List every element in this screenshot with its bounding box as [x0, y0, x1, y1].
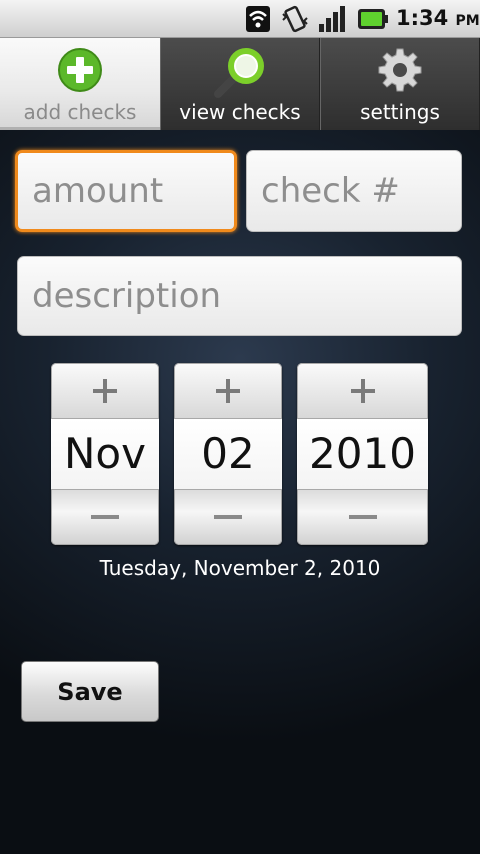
battery-icon — [357, 7, 389, 35]
month-value[interactable]: Nov — [51, 419, 159, 489]
minus-icon — [91, 515, 119, 519]
tab-label: view checks — [179, 100, 301, 124]
wifi-icon — [244, 4, 272, 38]
day-decrement-button[interactable] — [174, 489, 282, 545]
day-value[interactable]: 02 — [174, 419, 282, 489]
gear-icon — [376, 46, 424, 98]
minus-icon — [214, 515, 242, 519]
amount-input[interactable] — [15, 150, 237, 232]
tab-label: add checks — [23, 100, 137, 124]
year-decrement-button[interactable] — [297, 489, 428, 545]
month-picker: Nov — [51, 363, 159, 545]
tab-view-checks[interactable]: view checks — [160, 38, 320, 130]
status-bar: 1:34 PM — [0, 0, 480, 38]
day-increment-button[interactable] — [174, 363, 282, 419]
date-caption: Tuesday, November 2, 2010 — [99, 556, 381, 580]
tab-add-checks[interactable]: add checks — [0, 38, 160, 130]
month-increment-button[interactable] — [51, 363, 159, 419]
tab-label: settings — [360, 100, 440, 124]
save-button[interactable]: Save — [21, 661, 159, 722]
clock: 1:34 PM — [396, 6, 480, 30]
day-picker: 02 — [174, 363, 282, 545]
year-value[interactable]: 2010 — [297, 419, 428, 489]
check-number-input[interactable] — [246, 150, 462, 232]
vibrate-icon — [280, 4, 310, 38]
year-picker: 2010 — [297, 363, 428, 545]
tab-bar: add checks view checks settings — [0, 38, 480, 130]
month-decrement-button[interactable] — [51, 489, 159, 545]
description-input[interactable] — [17, 256, 462, 336]
tab-settings[interactable]: settings — [320, 38, 480, 130]
minus-icon — [348, 515, 377, 519]
plus-icon — [350, 379, 375, 403]
magnifier-icon — [212, 46, 268, 104]
plus-icon — [216, 379, 240, 403]
add-icon — [56, 46, 104, 98]
year-increment-button[interactable] — [297, 363, 428, 419]
signal-icon — [318, 4, 350, 38]
plus-icon — [93, 379, 117, 403]
